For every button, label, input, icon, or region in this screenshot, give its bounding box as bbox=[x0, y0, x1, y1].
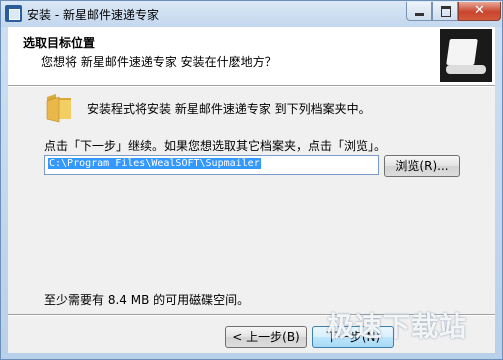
install-path-value: C:\Program Files\WealSOFT\Supmailer bbox=[48, 158, 261, 169]
close-icon: ✕ bbox=[474, 3, 485, 18]
app-icon bbox=[5, 5, 22, 22]
installer-logo-icon bbox=[440, 29, 492, 82]
logo-base bbox=[446, 65, 486, 74]
back-button[interactable]: < 上一步(B) bbox=[225, 326, 307, 348]
browse-button[interactable]: 浏览(R)... bbox=[384, 155, 460, 177]
folder-icon bbox=[46, 94, 71, 123]
page-subtitle: 您想将 新星邮件速递专家 安装在什麽地方？ bbox=[41, 55, 277, 69]
minimize-button[interactable] bbox=[406, 2, 432, 21]
watermark-logo: 极速下载站 bbox=[327, 312, 467, 343]
logo-screen bbox=[446, 39, 478, 65]
close-button[interactable]: ✕ bbox=[458, 2, 501, 21]
disk-space-note: 至少需要有 8.4 MB 的可用磁碟空间。 bbox=[44, 293, 250, 307]
install-path-input[interactable]: C:\Program Files\WealSOFT\Supmailer bbox=[44, 155, 379, 175]
instruction-text: 点击「下一步」继续。如果您想选取其它档案夹，点击「浏览」。 bbox=[44, 139, 387, 153]
window-title: 安装 - 新星邮件速递专家 bbox=[27, 8, 159, 22]
maximize-icon bbox=[441, 6, 451, 17]
maximize-button[interactable] bbox=[432, 2, 458, 21]
wizard-header: 选取目标位置 您想将 新星邮件速递专家 安装在什麽地方？ bbox=[8, 27, 495, 85]
header-divider bbox=[8, 85, 495, 87]
installer-window: 安装 - 新星邮件速递专家 ✕ 选取目标位置 您想将 新星邮件速递专家 安装在什… bbox=[0, 0, 503, 360]
minimize-icon bbox=[415, 13, 424, 16]
intro-text: 安装程式将安装 新星邮件速递专家 到下列档案夹中。 bbox=[87, 102, 371, 116]
page-title: 选取目标位置 bbox=[23, 36, 96, 50]
title-bar[interactable]: 安装 - 新星邮件速递专家 ✕ bbox=[1, 1, 502, 27]
